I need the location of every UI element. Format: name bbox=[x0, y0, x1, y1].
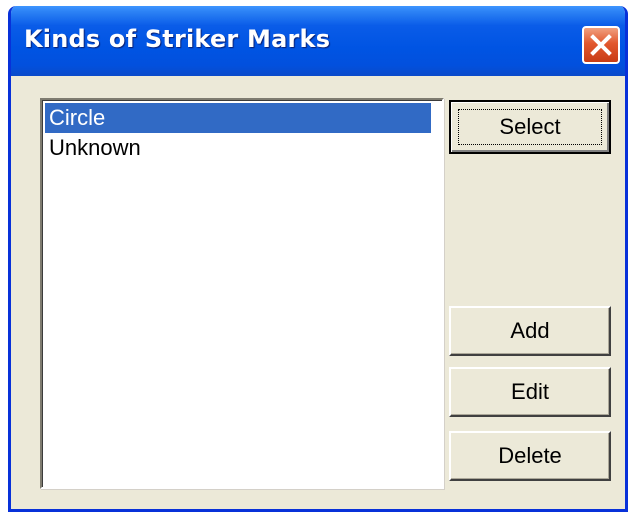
striker-marks-list[interactable]: Circle Unknown bbox=[40, 98, 444, 489]
select-button[interactable]: Select bbox=[449, 100, 611, 154]
delete-button-label: Delete bbox=[498, 443, 562, 468]
dialog-window: Kinds of Striker Marks Circle Unknown Se… bbox=[8, 6, 628, 512]
window-title: Kinds of Striker Marks bbox=[24, 25, 331, 53]
close-icon bbox=[590, 34, 612, 56]
add-button[interactable]: Add bbox=[449, 306, 611, 356]
edit-button-label: Edit bbox=[511, 379, 549, 404]
close-button[interactable] bbox=[582, 26, 620, 64]
select-button-label: Select bbox=[499, 114, 561, 139]
list-item-circle[interactable]: Circle bbox=[45, 103, 431, 133]
list-item-label: Unknown bbox=[49, 135, 141, 160]
title-bar[interactable]: Kinds of Striker Marks bbox=[11, 6, 625, 76]
edit-button[interactable]: Edit bbox=[449, 367, 611, 417]
delete-button[interactable]: Delete bbox=[449, 431, 611, 481]
add-button-label: Add bbox=[510, 318, 550, 343]
list-item-label: Circle bbox=[49, 105, 106, 130]
list-item-unknown[interactable]: Unknown bbox=[45, 133, 431, 163]
